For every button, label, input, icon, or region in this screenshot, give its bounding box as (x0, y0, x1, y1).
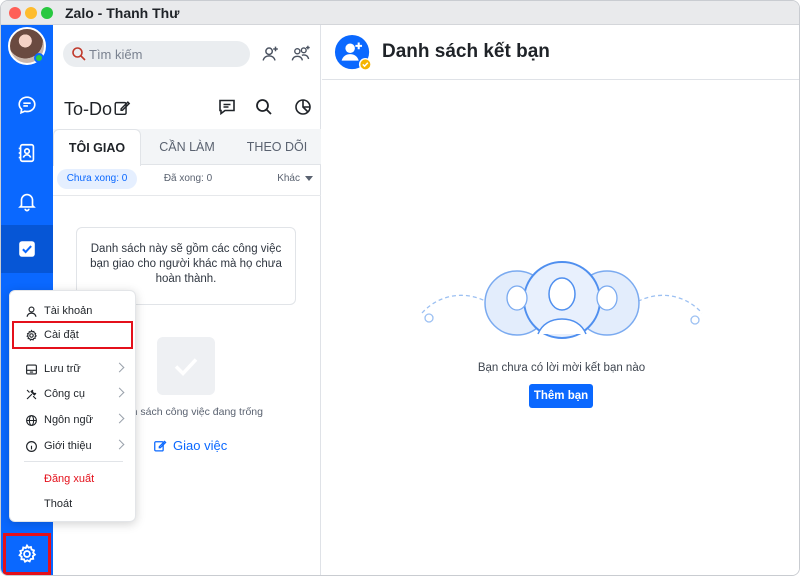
add-friend-button[interactable]: Thêm bạn (529, 384, 593, 408)
edit-icon[interactable] (113, 99, 131, 117)
add-friend-icon (334, 34, 372, 71)
maximize-window-button[interactable] (41, 7, 53, 19)
search-icon (72, 47, 86, 61)
bell-icon (18, 193, 36, 212)
menu-item-logout[interactable]: Đăng xuất (10, 466, 137, 492)
contact-card-icon (18, 143, 35, 163)
checkmark-icon (174, 358, 198, 377)
empty-friends-illustration (421, 261, 703, 339)
chevron-right-icon (114, 439, 125, 450)
menu-item-tools-label: Công cụ (44, 388, 85, 400)
caret-down-icon (305, 175, 313, 181)
menu-item-quit[interactable]: Thoát (10, 491, 137, 517)
filter-done[interactable]: Đã xong: 0 (149, 169, 227, 189)
window-title: Zalo - Thanh Thư (65, 5, 180, 21)
add-friend-icon[interactable] (259, 43, 281, 65)
menu-item-storage-label: Lưu trữ (44, 363, 81, 375)
message-list-icon[interactable] (217, 97, 237, 117)
chevron-right-icon (114, 362, 125, 373)
page-title: Danh sách kết bạn (382, 41, 550, 62)
empty-message: Bạn chưa có lời mời kết bạn nào (477, 362, 646, 374)
filter-row: Chưa xong: 0 Đã xong: 0 Khác (53, 165, 321, 193)
search-input[interactable] (89, 41, 239, 67)
todo-tabs: TÔI GIAO CẦN LÀM THEO DÕI (53, 129, 321, 166)
storage-icon (24, 362, 38, 376)
gear-icon (24, 328, 38, 342)
gear-icon (18, 543, 37, 564)
menu-item-about-label: Giới thiệu (44, 440, 92, 452)
todo-title: To-Do (64, 99, 113, 119)
menu-item-settings[interactable]: Cài đặt (10, 322, 137, 348)
chevron-right-icon (114, 413, 125, 424)
close-window-button[interactable] (9, 7, 21, 19)
menu-item-language-label: Ngôn ngữ (44, 414, 93, 426)
pie-chart-icon[interactable] (293, 97, 313, 117)
app-window: Zalo - Thanh Thư To-Do (0, 0, 800, 576)
edit-icon (154, 440, 167, 452)
settings-button[interactable] (3, 533, 51, 575)
info-icon (24, 439, 38, 453)
tab-theo-doi[interactable]: THEO DÕI (233, 129, 321, 165)
friend-requests-panel: Danh sách kết bạn Bạn chưa có lời mời kế… (322, 25, 799, 575)
filter-other-dropdown[interactable]: Khác (277, 169, 313, 189)
menu-item-settings-label: Cài đặt (44, 329, 79, 341)
menu-divider (24, 461, 123, 462)
chevron-right-icon (114, 387, 125, 398)
title-bar: Zalo - Thanh Thư (1, 1, 799, 25)
settings-menu: Tài khoản Cài đặt Lưu trữ Công cụ Ngôn n… (9, 290, 136, 522)
empty-checkbox-illustration (157, 337, 215, 395)
chat-bubble-icon (18, 96, 36, 115)
online-status-dot (34, 53, 44, 63)
menu-item-language[interactable]: Ngôn ngữ (10, 407, 137, 433)
search-box[interactable] (63, 41, 250, 67)
minimize-window-button[interactable] (25, 7, 37, 19)
tab-toi-giao[interactable]: TÔI GIAO (53, 129, 141, 166)
globe-icon (24, 413, 38, 427)
assign-task-label: Giao việc (173, 438, 228, 453)
checkbox-icon (19, 241, 35, 257)
divider (53, 195, 321, 196)
menu-item-about[interactable]: Giới thiệu (10, 433, 137, 459)
tools-icon (24, 387, 38, 401)
menu-item-account-label: Tài khoản (44, 305, 93, 317)
nav-messages-button[interactable] (1, 81, 53, 129)
nav-todo-button[interactable] (1, 225, 53, 273)
nav-notifications-button[interactable] (1, 177, 53, 225)
filter-incomplete[interactable]: Chưa xong: 0 (57, 169, 137, 189)
filter-other-label: Khác (277, 173, 300, 184)
user-icon (24, 304, 38, 318)
assign-task-link[interactable]: Giao việc (153, 438, 227, 453)
nav-contacts-button[interactable] (1, 129, 53, 177)
tab-can-lam[interactable]: CẦN LÀM (143, 129, 231, 165)
friend-requests-header: Danh sách kết bạn (322, 25, 799, 80)
create-group-icon[interactable] (290, 43, 312, 65)
menu-item-tools[interactable]: Công cụ (10, 381, 137, 407)
search-icon[interactable] (254, 97, 274, 117)
menu-item-storage[interactable]: Lưu trữ (10, 356, 137, 382)
